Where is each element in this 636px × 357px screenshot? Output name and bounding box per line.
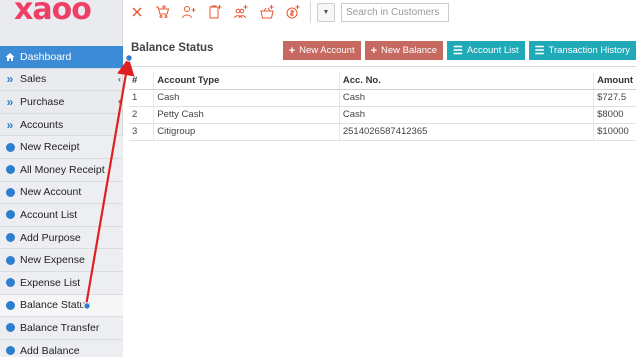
cell-account-type: Citigroup bbox=[153, 123, 340, 141]
search-dropdown-button[interactable]: ▼ bbox=[317, 2, 335, 22]
caret-left-icon: ‹ bbox=[118, 96, 121, 107]
sidebar-item-add-balance[interactable]: Add Balance bbox=[0, 339, 123, 357]
sidebar-item-label: Add Balance bbox=[20, 344, 80, 357]
basket-add-icon[interactable] bbox=[254, 1, 280, 23]
sidebar-item-label: New Expense bbox=[20, 254, 85, 267]
sidebar-item-label: New Receipt bbox=[20, 141, 80, 154]
double-chevron-icon: » bbox=[6, 94, 14, 109]
sidebar-item-balance-status[interactable]: Balance Status bbox=[0, 294, 123, 318]
circle-arrow-icon bbox=[4, 346, 16, 356]
sidebar-item-purchase[interactable]: » Purchase ‹ bbox=[0, 91, 123, 114]
sidebar-item-label: Add Purpose bbox=[20, 231, 81, 244]
cell-number: 1 bbox=[129, 89, 154, 107]
sidebar-item-label: New Account bbox=[20, 186, 82, 199]
money-add-icon[interactable] bbox=[280, 1, 306, 23]
double-chevron-icon: » bbox=[6, 117, 14, 132]
sidebar-item-expense-list[interactable]: Expense List bbox=[0, 271, 123, 295]
circle-arrow-icon bbox=[4, 255, 16, 265]
sidebar-item-label: Accounts bbox=[20, 118, 64, 131]
sidebar-item-label: All Money Receipt bbox=[20, 163, 105, 176]
sidebar-item-label: Purchase bbox=[20, 95, 65, 108]
sidebar-item-all-money-receipt[interactable]: All Money Receipt bbox=[0, 158, 123, 182]
new-balance-label: New Balance bbox=[381, 45, 438, 56]
logo-text: xaoo bbox=[14, 0, 92, 27]
close-icon[interactable] bbox=[124, 1, 150, 23]
list-icon: ☰ bbox=[453, 45, 463, 57]
table-row: 2 Petty Cash Cash $8000 bbox=[129, 106, 636, 124]
sidebar: xaoo Dashboard » Sales ‹ » Purchase ‹ » bbox=[0, 0, 123, 357]
toolbar-divider bbox=[310, 1, 311, 23]
list-icon: ☰ bbox=[534, 45, 545, 57]
sidebar-item-label: Expense List bbox=[20, 276, 81, 289]
circle-arrow-icon bbox=[4, 142, 16, 152]
cell-acc-no: Cash bbox=[338, 106, 594, 124]
clipboard-add-icon[interactable] bbox=[202, 1, 228, 23]
top-toolbar: ▼ bbox=[124, 0, 636, 24]
circle-arrow-icon bbox=[4, 233, 16, 243]
sidebar-nav: Dashboard » Sales ‹ » Purchase ‹ » Accou… bbox=[0, 46, 123, 357]
logo[interactable]: xaoo bbox=[0, 0, 122, 46]
page-title: Balance Status bbox=[131, 42, 214, 54]
cell-account-type: Cash bbox=[153, 89, 340, 107]
cell-account-type: Petty Cash bbox=[153, 106, 340, 124]
account-list-label: Account List bbox=[466, 45, 519, 56]
transaction-history-label: Transaction History bbox=[548, 45, 630, 56]
search-input[interactable] bbox=[341, 2, 449, 22]
column-header-acc-no[interactable]: Acc. No. bbox=[338, 72, 594, 90]
circle-arrow-icon bbox=[4, 187, 16, 197]
sidebar-item-balance-transfer[interactable]: Balance Transfer bbox=[0, 317, 123, 340]
sidebar-item-accounts[interactable]: » Accounts bbox=[0, 114, 123, 137]
cell-amount: $8000 bbox=[593, 106, 636, 124]
column-header-number[interactable]: # bbox=[129, 72, 154, 90]
transaction-history-button[interactable]: ☰ Transaction History bbox=[528, 41, 636, 60]
account-list-button[interactable]: ☰ Account List bbox=[447, 41, 525, 60]
circle-arrow-icon bbox=[4, 323, 16, 333]
home-icon bbox=[4, 52, 16, 62]
sidebar-item-sales[interactable]: » Sales ‹ bbox=[0, 69, 123, 92]
cell-amount: $10000 bbox=[593, 123, 636, 141]
sidebar-item-label: Balance Transfer bbox=[20, 321, 100, 334]
circle-arrow-icon bbox=[4, 300, 16, 310]
user-add-icon[interactable] bbox=[176, 1, 202, 23]
cell-number: 3 bbox=[129, 123, 154, 141]
new-account-button[interactable]: + New Account bbox=[282, 41, 361, 60]
sidebar-item-new-expense[interactable]: New Expense bbox=[0, 249, 123, 272]
users-add-icon[interactable] bbox=[228, 1, 254, 23]
cell-acc-no: 2514026587412365 bbox=[338, 123, 594, 141]
column-header-amount[interactable]: Amount bbox=[593, 72, 636, 90]
circle-arrow-icon bbox=[4, 210, 16, 220]
sidebar-item-new-account[interactable]: New Account bbox=[0, 181, 123, 205]
panel-divider bbox=[131, 66, 636, 67]
new-account-label: New Account bbox=[299, 45, 355, 56]
sidebar-item-label: Account List bbox=[20, 208, 78, 221]
double-chevron-icon: » bbox=[6, 72, 14, 87]
sidebar-item-label: Sales bbox=[20, 73, 47, 86]
caret-left-icon: ‹ bbox=[118, 73, 121, 84]
cell-number: 2 bbox=[129, 106, 154, 124]
sidebar-item-account-list[interactable]: Account List bbox=[0, 204, 123, 227]
plus-icon: + bbox=[370, 44, 378, 57]
app-window: xaoo Dashboard » Sales ‹ » Purchase ‹ » bbox=[0, 0, 636, 357]
circle-arrow-icon bbox=[4, 278, 16, 288]
sidebar-item-label: Balance Status bbox=[20, 299, 91, 312]
new-balance-button[interactable]: + New Balance bbox=[364, 41, 444, 60]
annotation-end-dot bbox=[125, 54, 133, 62]
sidebar-item-new-receipt[interactable]: New Receipt bbox=[0, 136, 123, 159]
table-row: 3 Citigroup 2514026587412365 $10000 bbox=[129, 123, 636, 141]
sidebar-item-label: Dashboard bbox=[20, 50, 72, 63]
plus-icon: + bbox=[288, 44, 296, 57]
cell-amount: $727.5 bbox=[593, 89, 636, 107]
column-header-account-type[interactable]: Account Type bbox=[153, 72, 340, 90]
customer-search: ▼ bbox=[317, 2, 449, 23]
cell-acc-no: Cash bbox=[338, 89, 594, 107]
table-row: 1 Cash Cash $727.5 bbox=[129, 89, 636, 107]
panel-actions: + New Account + New Balance ☰ Account Li… bbox=[282, 41, 636, 60]
sidebar-item-add-purpose[interactable]: Add Purpose bbox=[0, 226, 123, 250]
cart-add-icon[interactable] bbox=[150, 1, 176, 23]
balance-table: # Account Type Acc. No. Amount 1 Cash Ca… bbox=[129, 72, 636, 141]
table-header-row: # Account Type Acc. No. Amount bbox=[129, 72, 636, 90]
circle-arrow-icon bbox=[4, 165, 16, 175]
sidebar-item-dashboard[interactable]: Dashboard bbox=[0, 46, 123, 69]
